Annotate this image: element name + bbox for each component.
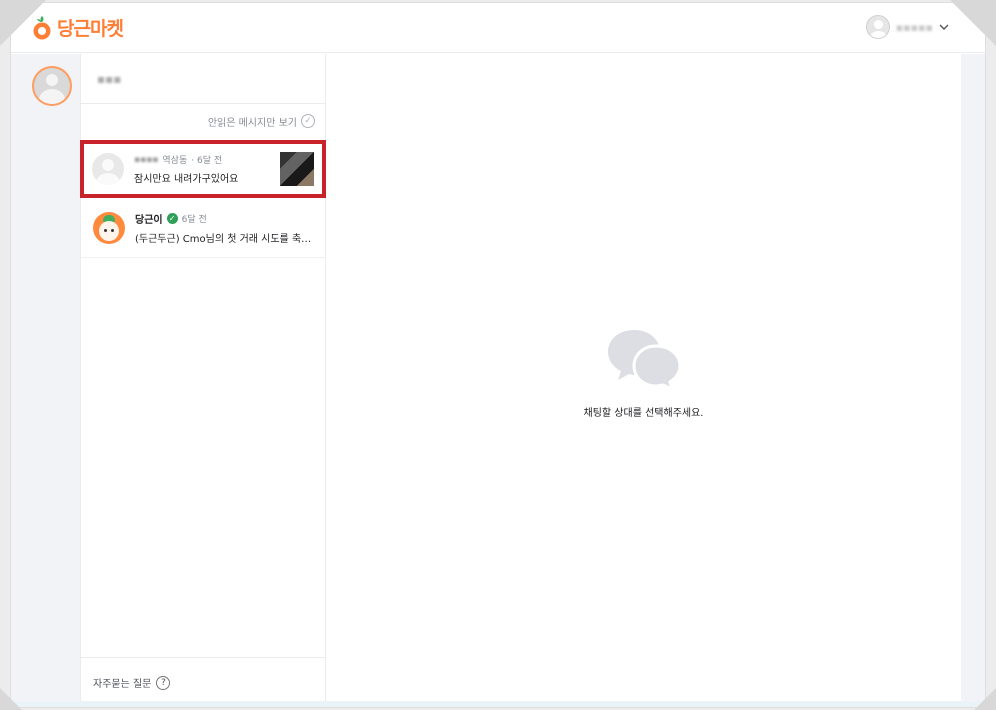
user-name: ▪▪▪▪▪ bbox=[895, 20, 933, 34]
account-name: ▪▪▪ bbox=[97, 71, 122, 86]
chat-bubbles-icon bbox=[604, 324, 684, 392]
faq-link[interactable]: 자주묻는 질문 ? bbox=[81, 657, 325, 707]
chat-time: 6달 전 bbox=[181, 214, 207, 225]
empty-state-message: 채팅할 상대를 선택해주세요. bbox=[583, 408, 704, 419]
corner-shade bbox=[950, 0, 996, 46]
corner-shade bbox=[0, 688, 22, 710]
corner-shade bbox=[0, 0, 46, 46]
user-menu[interactable]: ▪▪▪▪▪ bbox=[865, 15, 949, 39]
top-navigation-bar: 당근마켓 ▪▪▪▪▪ bbox=[11, 3, 985, 53]
app-window: 당근마켓 ▪▪▪▪▪ ▪▪▪ 안읽은 메시지만 보기 ✓ ▪▪▪▪ 역삼동 · … bbox=[10, 2, 986, 708]
corner-shade bbox=[974, 688, 996, 710]
user-avatar-icon bbox=[865, 15, 890, 39]
chevron-down-icon bbox=[939, 20, 949, 34]
help-icon: ? bbox=[156, 675, 171, 690]
chat-list-item[interactable]: ▪▪▪▪ 역삼동 · 6달 전 잠시만요 내려가구있어요 bbox=[80, 140, 326, 198]
verified-badge-icon: ✓ bbox=[166, 212, 178, 224]
brand-name: 당근마켓 bbox=[57, 18, 124, 40]
chat-partner-name: ▪▪▪▪ bbox=[134, 154, 159, 165]
profile-avatar[interactable] bbox=[32, 66, 72, 106]
unread-filter-label: 안읽은 메시지만 보기 bbox=[207, 117, 297, 129]
item-thumbnail bbox=[280, 152, 314, 186]
chat-time: · 6달 전 bbox=[191, 156, 223, 166]
profile-rail bbox=[11, 54, 81, 707]
empty-state: 채팅할 상대를 선택해주세요. bbox=[326, 324, 961, 419]
chat-list-item[interactable]: 당근이 ✓ 6달 전 (두근두근) Cmo님의 첫 거래 시도를 축하해요 bbox=[81, 198, 325, 258]
unread-only-toggle[interactable]: 안읽은 메시지만 보기 ✓ bbox=[81, 104, 325, 138]
faq-label: 자주묻는 질문 bbox=[93, 679, 152, 690]
chat-last-message: 잠시만요 내려가구있어요 bbox=[134, 174, 239, 185]
right-gutter bbox=[961, 54, 985, 707]
bottom-strip bbox=[11, 701, 985, 707]
chat-location: 역삼동 bbox=[162, 156, 188, 166]
chat-last-message: (두근두근) Cmo님의 첫 거래 시도를 축하해요 bbox=[135, 233, 313, 245]
chat-list-panel: ▪▪▪ 안읽은 메시지만 보기 ✓ ▪▪▪▪ 역삼동 · 6달 전 잠시만요 내… bbox=[80, 54, 326, 707]
chat-main-area: 채팅할 상대를 선택해주세요. bbox=[326, 54, 961, 707]
user-avatar-icon bbox=[92, 153, 124, 185]
chat-list-header: ▪▪▪ bbox=[81, 54, 325, 104]
chat-partner-name: 당근이 bbox=[135, 214, 163, 226]
check-circle-icon: ✓ bbox=[301, 114, 315, 128]
carrot-mascot-avatar bbox=[93, 211, 125, 244]
